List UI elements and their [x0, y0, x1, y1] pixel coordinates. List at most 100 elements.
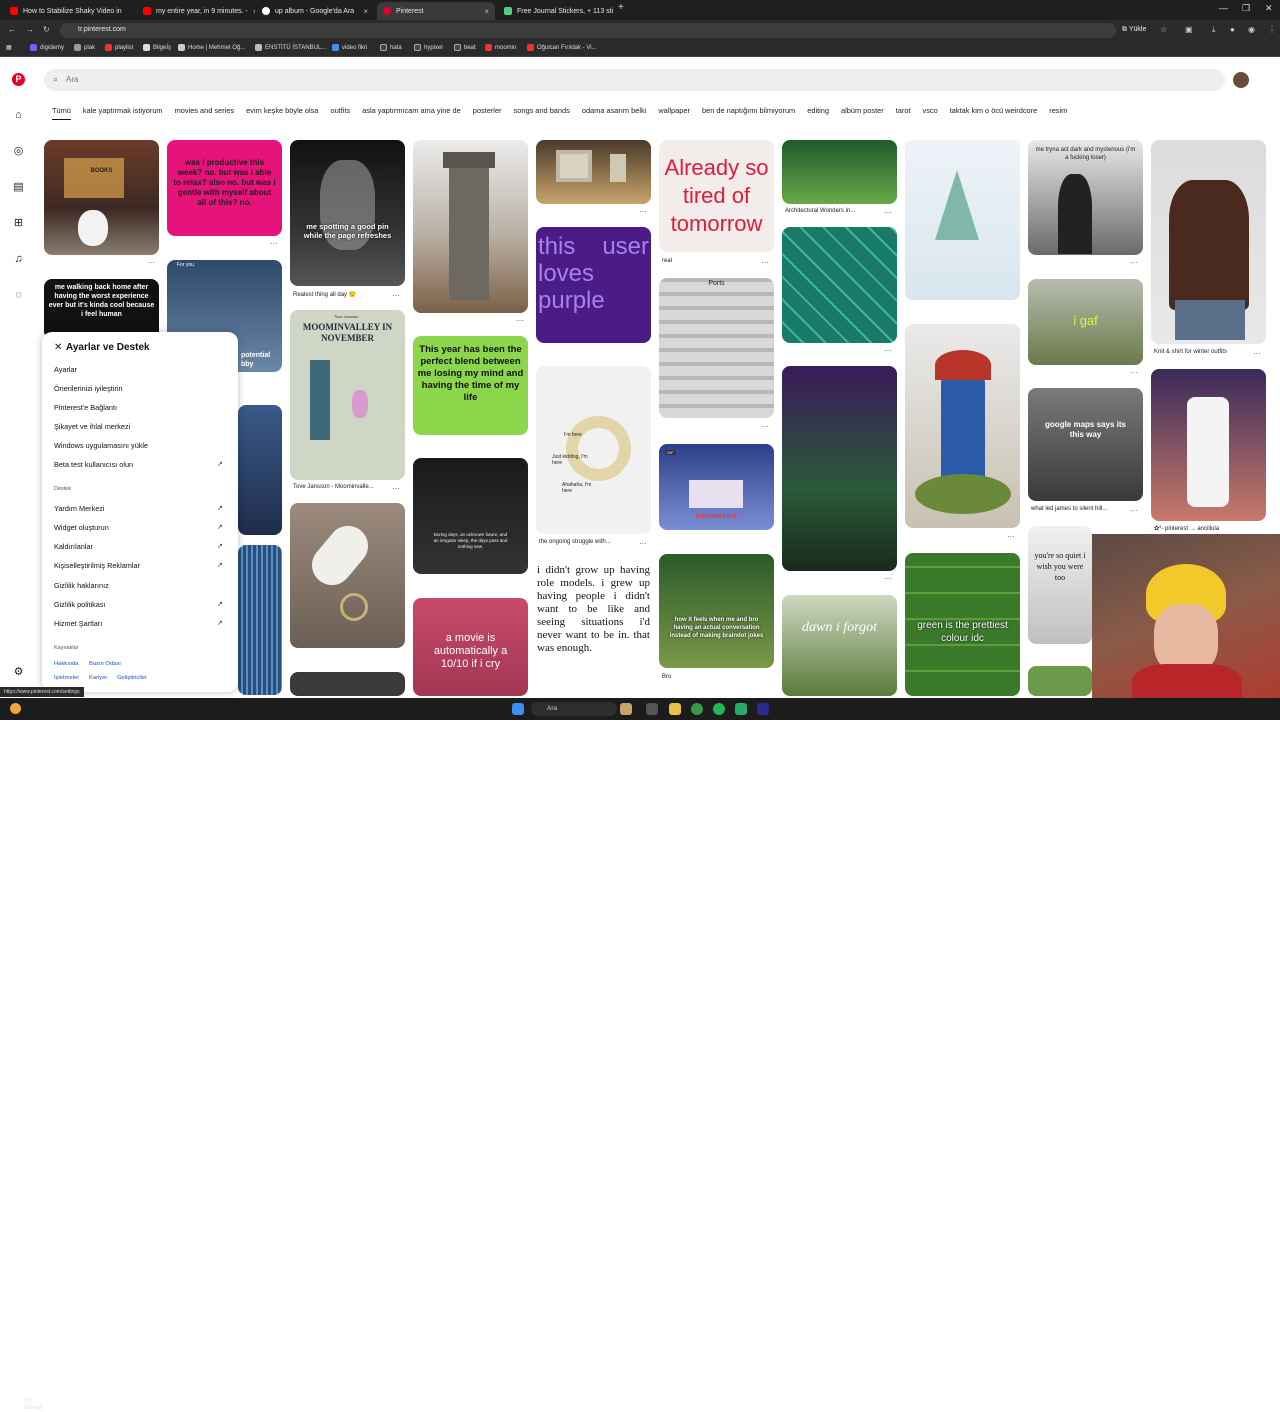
pin-card[interactable]: was i productive this week? no. but was … [167, 140, 282, 236]
category-tab[interactable]: tarot [896, 106, 911, 120]
category-tab[interactable]: songs and bands [514, 106, 570, 120]
category-tab[interactable]: taktak kim o öcü weirdcore [950, 106, 1038, 120]
pin-card[interactable]: green is the prettiest colour idc [905, 553, 1020, 696]
menu-item-privacy-rights[interactable]: Gizlilik haklarınız [54, 581, 109, 590]
menu-item-privacy-policy[interactable]: Gizlilik politikası [54, 600, 106, 609]
pin-card[interactable] [536, 140, 651, 204]
bookmark-item[interactable]: plak [74, 44, 95, 51]
category-tab[interactable]: vsco [923, 106, 938, 120]
menu-item-install-windows[interactable]: Windows uygulamasını yükle [54, 441, 148, 450]
download-icon[interactable]: ⤓ [1212, 25, 1216, 35]
pin-card[interactable] [782, 366, 897, 571]
more-options-icon[interactable]: ··· [147, 258, 155, 267]
close-icon[interactable]: × [363, 7, 368, 16]
bookmark-item[interactable]: Home | Mehmet Oğ... [178, 44, 245, 51]
more-options-icon[interactable]: ··· [639, 539, 647, 548]
new-tab-button[interactable]: + [618, 2, 624, 13]
menu-item-link[interactable]: Pinterest'e Bağlantı [54, 403, 117, 412]
pin-card[interactable]: BOOKS [44, 140, 159, 255]
close-icon[interactable]: ✕ [54, 342, 62, 353]
search-input[interactable]: ⌕ Ara [44, 69, 1225, 91]
more-options-icon[interactable]: ··· [761, 422, 769, 431]
more-options-icon[interactable]: ··· [1130, 258, 1138, 267]
category-tab[interactable]: kale yaptırmak istiyorum [83, 106, 163, 120]
browser-tab[interactable]: How to Stabilize Shaky Video in × [4, 2, 122, 20]
forward-icon[interactable]: → [26, 25, 34, 34]
close-icon[interactable]: × [253, 7, 255, 16]
taskbar-search[interactable]: Ara [531, 702, 617, 716]
more-options-icon[interactable]: ··· [1007, 532, 1015, 541]
home-icon[interactable]: ⌂ [12, 109, 25, 122]
more-options-icon[interactable]: ··· [884, 346, 892, 355]
avatar[interactable] [1233, 72, 1249, 88]
settings-gear-icon[interactable]: ⚙ [12, 666, 25, 679]
premiere-icon[interactable] [757, 703, 769, 715]
category-tab[interactable]: editing [807, 106, 829, 120]
extensions-icon[interactable]: ▣ [1185, 25, 1193, 34]
tab-all[interactable]: Tümü [52, 106, 71, 120]
pin-card[interactable]: me tryna act dark and mysterious (i'm a … [1028, 140, 1143, 255]
browser-tab[interactable]: up album - Google'da Ara × [256, 2, 374, 20]
pin-card[interactable]: me spotting a good pin while the page re… [290, 140, 405, 286]
chrome-icon[interactable] [691, 703, 703, 715]
menu-item-settings[interactable]: Ayarlar [54, 365, 77, 374]
bookmark-star-icon[interactable]: ☆ [1160, 25, 1167, 34]
pinterest-logo-icon[interactable]: P [12, 73, 25, 86]
weather-widget[interactable]: 3°C Güneşli [24, 1398, 43, 1412]
category-tab[interactable]: albüm poster [841, 106, 884, 120]
pin-card[interactable]: Boring days, an unknown future, and an i… [413, 458, 528, 574]
messages-icon[interactable]: ◌ [12, 289, 25, 302]
file-explorer-icon[interactable] [669, 703, 681, 715]
bookmark-item[interactable]: Oğulcan Fırıldak - Vi... [527, 44, 597, 51]
pin-card[interactable] [290, 503, 405, 648]
notifications-icon[interactable]: ♫ [12, 253, 25, 266]
menu-item-ads[interactable]: Kişiselleştirilmiş Reklamlar [54, 561, 140, 570]
menu-icon[interactable]: ⋮ [1268, 25, 1276, 34]
app-icon[interactable] [735, 703, 747, 715]
more-options-icon[interactable]: ··· [270, 239, 278, 248]
close-icon[interactable]: × [484, 7, 489, 16]
pin-card[interactable] [238, 405, 282, 535]
browser-tab[interactable]: my entire year, in 9 minutes. - × [137, 2, 255, 20]
category-tab[interactable]: posterler [473, 106, 502, 120]
minimize-button[interactable]: — [1219, 3, 1228, 13]
install-button[interactable]: ⧉ Yükle [1122, 26, 1146, 34]
more-options-icon[interactable]: ··· [392, 291, 400, 300]
pin-card[interactable] [1028, 666, 1092, 696]
category-tab[interactable]: evim keşke böyle olsa [246, 106, 318, 120]
profile-icon[interactable]: ● [1230, 25, 1235, 34]
browser-tab-active[interactable]: Pinterest × [377, 2, 495, 20]
spotify-icon[interactable] [713, 703, 725, 715]
bookmark-item[interactable]: hypixel [414, 44, 443, 51]
more-options-icon[interactable]: ··· [1130, 368, 1138, 377]
pin-card[interactable]: me walking back home after having the wo… [44, 279, 159, 339]
more-options-icon[interactable]: ··· [392, 484, 400, 493]
menu-item-help[interactable]: Yardım Merkezi [54, 504, 105, 513]
windows-start-icon[interactable] [512, 703, 524, 715]
bookmark-item[interactable]: beat [454, 44, 476, 51]
pin-card[interactable] [1151, 140, 1266, 344]
reload-icon[interactable]: ↻ [43, 25, 50, 34]
back-icon[interactable]: ← [8, 25, 16, 34]
menu-item-report[interactable]: Şikayet ve ihlal merkezi [54, 422, 130, 431]
footer-link[interactable]: İşletmeler [54, 675, 79, 681]
menu-item-improve[interactable]: Önerilerinizi iyileştirin [54, 384, 123, 393]
footer-link[interactable]: Hakkında [54, 661, 79, 667]
pin-card[interactable]: Ports [659, 278, 774, 418]
bookmark-item[interactable]: ENSTİTÜ İSTANBUL... [255, 44, 326, 51]
category-tab[interactable]: odama asarım belki [582, 106, 647, 120]
maximize-button[interactable]: ❐ [1242, 3, 1250, 14]
pin-card[interactable] [905, 324, 1020, 528]
pin-card[interactable]: you're so quiet i wish you were too [1028, 526, 1092, 644]
category-tab[interactable]: asla yaptırmıcam ama yine de [362, 106, 461, 120]
footer-link[interactable]: Kariyer [89, 675, 107, 681]
category-tab[interactable]: wallpaper [658, 106, 690, 120]
footer-link[interactable]: Geliştiriciler [117, 675, 147, 681]
category-tab[interactable]: outfits [330, 106, 350, 120]
pin-card[interactable]: MOOMINVALLEY IN NOVEMBER Tove Jansson [290, 310, 405, 480]
pin-card[interactable] [782, 140, 897, 204]
pin-card[interactable]: GIF CHRISTMAS EVE [659, 444, 774, 530]
pin-card[interactable]: This year has been the perfect blend bet… [413, 336, 528, 435]
more-options-icon[interactable]: ··· [884, 574, 892, 583]
explore-icon[interactable]: ◎ [12, 145, 25, 158]
